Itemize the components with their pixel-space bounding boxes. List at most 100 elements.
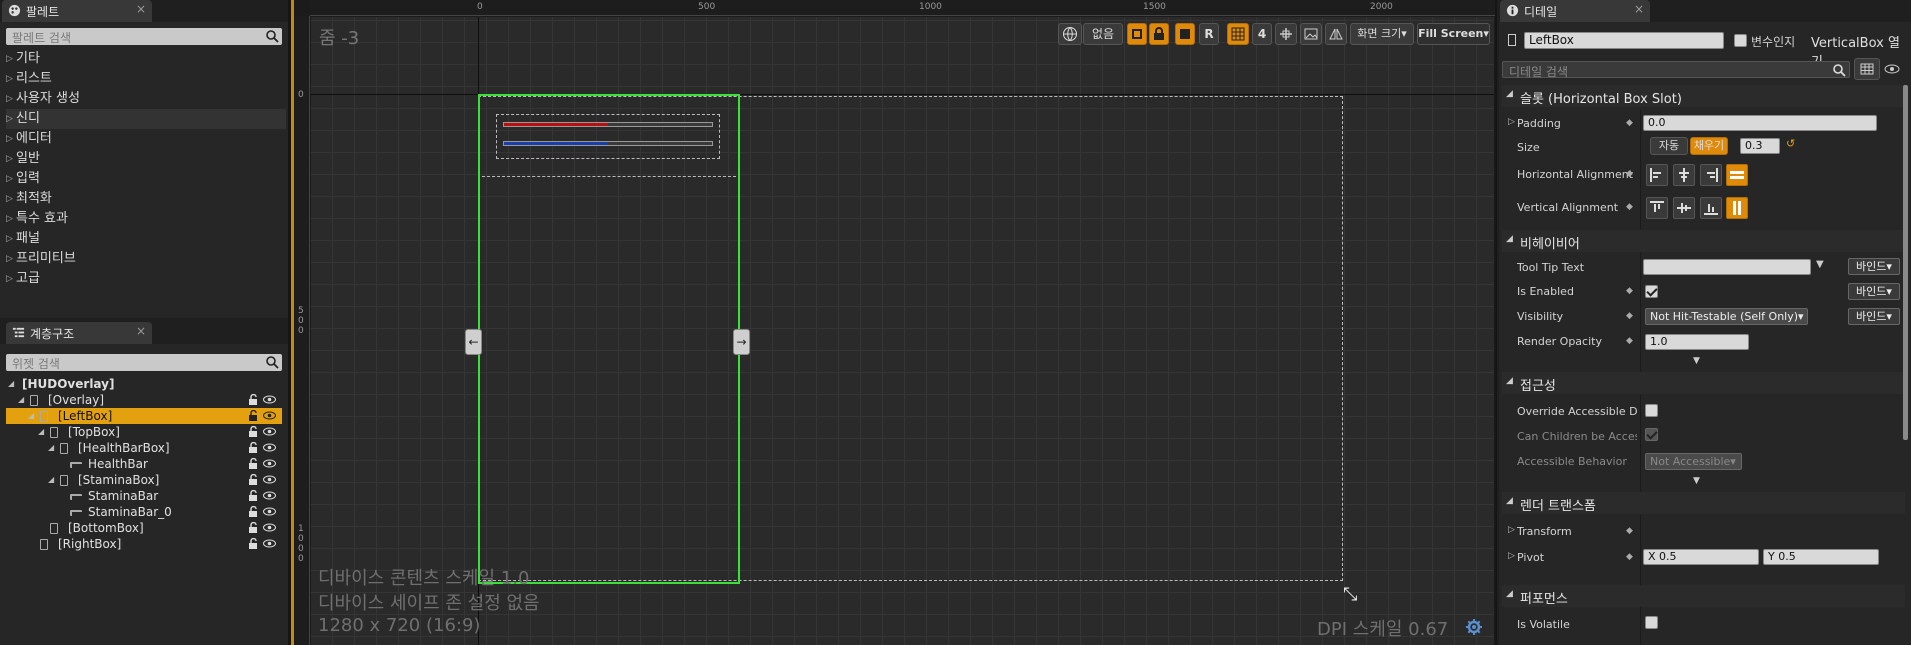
valign-top-button[interactable]	[1646, 197, 1668, 219]
expand-arrow[interactable]: ▷	[6, 109, 13, 129]
pivot-x-field[interactable]: X 0.5	[1643, 549, 1759, 565]
outline-toggle-button[interactable]	[1127, 23, 1147, 45]
expand-arrow[interactable]: ▷	[1508, 525, 1515, 535]
eye-icon[interactable]	[263, 523, 276, 532]
palette-category[interactable]: ▷ 사용자 생성	[6, 89, 286, 109]
palette-category[interactable]: ▷ 일반	[6, 149, 286, 169]
is-variable-checkbox[interactable]	[1734, 34, 1747, 47]
palette-category[interactable]: ▷ 리스트	[6, 69, 286, 89]
halign-left-button[interactable]	[1646, 164, 1668, 186]
reset-icon[interactable]: ◆	[1626, 118, 1634, 128]
visibility-dropdown[interactable]: Not Hit-Testable (Self Only)▾	[1645, 308, 1808, 325]
localization-button[interactable]	[1058, 23, 1082, 45]
collapse-arrow[interactable]: ◢	[38, 424, 44, 440]
lock-icon[interactable]	[248, 506, 258, 517]
palette-category[interactable]: ▷ 최적화	[6, 189, 286, 209]
lock-icon[interactable]	[248, 522, 258, 533]
tooltip-input[interactable]	[1643, 259, 1811, 275]
expand-arrow[interactable]: ▷	[1508, 117, 1515, 127]
palette-category[interactable]: ▷ 고급	[6, 269, 286, 289]
palette-category[interactable]: ▷ 특수 효과	[6, 209, 286, 229]
palette-category[interactable]: ▷ 에디터	[6, 129, 286, 149]
valign-center-button[interactable]	[1673, 197, 1695, 219]
close-icon[interactable]: ×	[136, 324, 146, 338]
valign-bottom-button[interactable]	[1700, 197, 1722, 219]
eye-icon[interactable]	[1884, 64, 1900, 74]
reset-icon[interactable]: ◆	[1626, 552, 1634, 562]
hierarchy-item[interactable]: StaminaBar_0	[6, 504, 282, 520]
close-icon[interactable]: ×	[1634, 2, 1644, 16]
close-icon[interactable]: ×	[136, 2, 146, 16]
expand-arrow[interactable]: ▷	[6, 229, 13, 249]
palette-tab[interactable]: 팔레트 ×	[2, 0, 152, 22]
lock-icon[interactable]	[248, 394, 258, 405]
accessibility-section-header[interactable]: ◢ 접근성	[1502, 372, 1905, 394]
details-search-input[interactable]: 디테일 검색	[1502, 61, 1850, 79]
eye-icon[interactable]	[263, 507, 276, 516]
image-button[interactable]	[1300, 23, 1322, 45]
eye-icon[interactable]	[263, 475, 276, 484]
expand-arrow[interactable]: ▷	[6, 149, 13, 169]
move-left-button[interactable]: ←	[465, 329, 482, 355]
size-fill-button[interactable]: 채우기	[1690, 137, 1728, 155]
padding-value-field[interactable]: 0.0	[1643, 115, 1877, 131]
hierarchy-item[interactable]: [RightBox]	[6, 536, 282, 552]
property-matrix-button[interactable]	[1854, 58, 1880, 80]
eye-icon[interactable]	[263, 427, 276, 436]
widget-name-input[interactable]: LeftBox	[1524, 32, 1724, 49]
tooltip-bind-button[interactable]: 바인드▾	[1848, 258, 1900, 275]
respect-locks-button[interactable]: R	[1199, 23, 1219, 45]
hierarchy-tab[interactable]: 계층구조 ×	[6, 322, 152, 344]
halign-center-button[interactable]	[1673, 164, 1695, 186]
palette-category[interactable]: ▷ 입력	[6, 169, 286, 189]
performance-section-header[interactable]: ◢ 퍼포먼스	[1502, 585, 1905, 607]
size-fill-value[interactable]: 0.3	[1740, 138, 1780, 154]
expand-arrow[interactable]: ▷	[6, 169, 13, 189]
reset-icon[interactable]: ◆	[1626, 526, 1634, 536]
pivot-y-field[interactable]: Y 0.5	[1763, 549, 1879, 565]
collapse-arrow[interactable]: ◢	[48, 440, 54, 456]
expand-arrow[interactable]: ▷	[6, 249, 13, 269]
mirror-button[interactable]	[1325, 23, 1347, 45]
reset-icon[interactable]: ◆	[1626, 202, 1634, 212]
reset-icon[interactable]: ◆	[1626, 169, 1634, 179]
lock-icon[interactable]	[248, 474, 258, 485]
eye-icon[interactable]	[263, 411, 276, 420]
search-icon[interactable]	[265, 29, 279, 43]
staminabar[interactable]	[503, 141, 713, 146]
lock-icon[interactable]	[248, 410, 258, 421]
search-icon[interactable]	[265, 355, 279, 369]
is-enabled-checkbox[interactable]	[1645, 285, 1658, 298]
expand-arrow[interactable]: ▷	[6, 209, 13, 229]
culture-none-button[interactable]: 없음	[1083, 23, 1123, 45]
search-icon[interactable]	[1832, 63, 1846, 77]
hierarchy-item[interactable]: StaminaBar	[6, 488, 282, 504]
reset-arrow-icon[interactable]: ↺	[1786, 137, 1795, 150]
palette-category[interactable]: ▷ 기타	[6, 49, 286, 69]
fill-screen-dropdown[interactable]: Fill Screen▾	[1417, 23, 1490, 45]
expand-arrow[interactable]: ▷	[6, 69, 13, 89]
reset-icon[interactable]: ◆	[1626, 286, 1634, 296]
size-auto-button[interactable]: 자동	[1650, 137, 1688, 155]
enabled-bind-button[interactable]: 바인드▾	[1848, 283, 1900, 300]
palette-category[interactable]: ▷ 프리미티브	[6, 249, 286, 269]
lock-icon[interactable]	[248, 490, 258, 501]
screen-size-dropdown[interactable]: 화면 크기▾	[1350, 23, 1414, 45]
collapse-arrow[interactable]: ◢	[18, 392, 24, 408]
halign-right-button[interactable]	[1700, 164, 1722, 186]
hierarchy-item[interactable]: ◢ [LeftBox]	[6, 408, 282, 424]
expand-more-icon[interactable]: ▼	[1693, 476, 1700, 486]
eye-icon[interactable]	[263, 539, 276, 548]
hierarchy-item[interactable]: HealthBar	[6, 456, 282, 472]
collapse-arrow[interactable]: ◢	[48, 472, 54, 488]
eye-icon[interactable]	[263, 395, 276, 404]
lock-toggle-button[interactable]	[1149, 23, 1169, 45]
gear-icon[interactable]	[1465, 618, 1483, 636]
is-volatile-checkbox[interactable]	[1645, 616, 1658, 629]
hierarchy-item[interactable]: ◢ [TopBox]	[6, 424, 282, 440]
healthbar[interactable]	[503, 122, 713, 127]
expand-arrow[interactable]: ▷	[6, 89, 13, 109]
details-scrollbar[interactable]	[1903, 85, 1908, 440]
transform-handle-button[interactable]	[1275, 23, 1297, 45]
details-tab[interactable]: 디테일 ×	[1500, 0, 1650, 22]
